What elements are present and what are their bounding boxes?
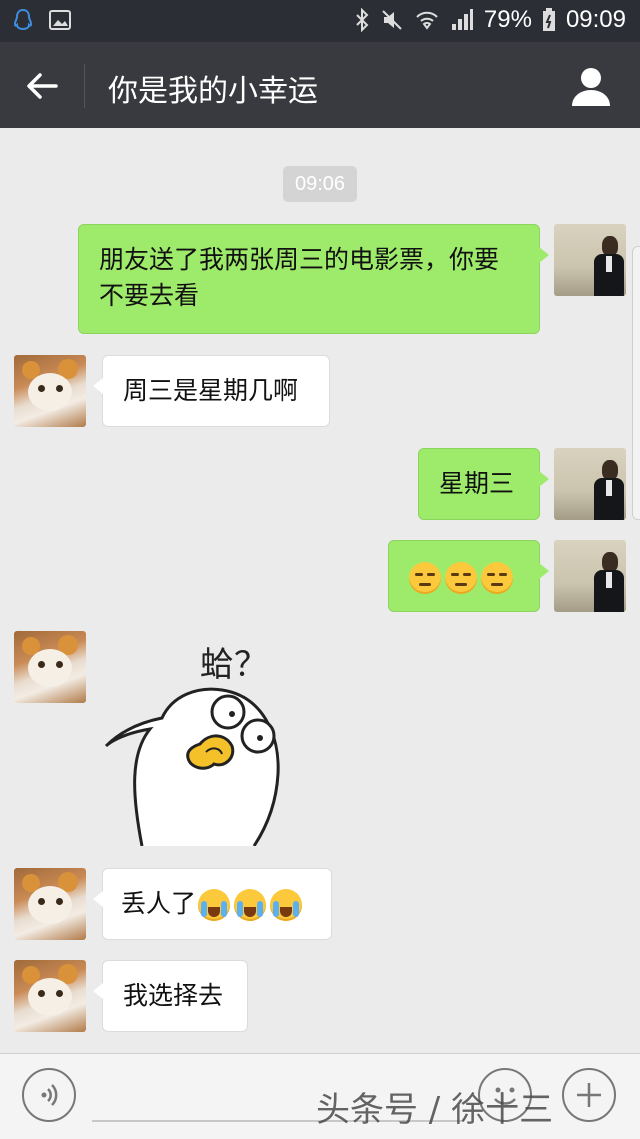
input-bar: 头条号 / 徐十三 <box>0 1053 640 1139</box>
message-bubble-incoming[interactable]: 丢人了 <box>93 868 332 940</box>
unamused-emoji-icon <box>409 562 441 594</box>
message-bubble-outgoing[interactable]: 朋友送了我两张周三的电影票，你要不要去看 <box>78 224 549 334</box>
chat-area[interactable]: 09:06 朋友送了我两张周三的电影票，你要不要去看 周三是星期几啊 星期三 蛤… <box>0 128 640 1053</box>
unamused-emoji-icon <box>445 562 477 594</box>
mute-icon <box>382 10 402 30</box>
duck-sticker[interactable]: 蛤？ <box>102 634 302 846</box>
battery-percent: 79% <box>483 6 532 33</box>
more-button[interactable] <box>562 1068 616 1122</box>
battery-icon <box>542 8 555 31</box>
chat-header: 你是我的小幸运 <box>0 42 640 128</box>
header-divider <box>84 64 85 108</box>
message-timestamp: 09:06 <box>283 166 357 202</box>
message-bubble-incoming[interactable]: 周三是星期几啊 <box>93 355 330 427</box>
contact-avatar[interactable] <box>14 631 86 703</box>
scrollbar[interactable] <box>632 246 640 520</box>
contact-avatar[interactable] <box>14 960 86 1032</box>
watermark: 头条号 / 徐十三 <box>316 1090 554 1130</box>
sticker-text: 蛤？ <box>200 645 268 685</box>
message-text: 周三是星期几啊 <box>123 376 299 405</box>
message-text: 星期三 <box>439 469 515 498</box>
my-avatar[interactable] <box>554 540 626 612</box>
my-avatar[interactable] <box>554 448 626 520</box>
wifi-icon <box>416 11 438 30</box>
voice-button[interactable] <box>22 1068 76 1122</box>
crying-laughing-emoji-icon <box>270 889 303 921</box>
back-arrow-icon[interactable] <box>22 66 62 106</box>
voice-icon <box>41 1084 58 1106</box>
profile-icon[interactable] <box>570 66 612 106</box>
message-text: 丢人了 <box>121 889 197 918</box>
my-avatar[interactable] <box>554 224 626 296</box>
chat-title: 你是我的小幸运 <box>108 74 318 109</box>
plus-icon <box>577 1083 601 1107</box>
signal-icon <box>451 9 473 30</box>
message-text: 朋友送了我两张周三的电影票，你要不要去看 <box>99 245 500 310</box>
image-icon <box>49 10 71 30</box>
message-text: 我选择去 <box>123 981 224 1010</box>
crying-laughing-emoji-icon <box>198 889 231 921</box>
bluetooth-icon <box>356 8 369 32</box>
qq-icon <box>13 8 33 31</box>
contact-avatar[interactable] <box>14 868 86 940</box>
clock: 09:09 <box>565 6 626 33</box>
crying-laughing-emoji-icon <box>234 889 267 921</box>
unamused-emoji-icon <box>481 562 513 594</box>
message-bubble-outgoing[interactable] <box>388 540 549 612</box>
message-bubble-incoming[interactable]: 我选择去 <box>93 960 248 1032</box>
contact-avatar[interactable] <box>14 355 86 427</box>
status-bar: 79% 09:09 <box>0 0 640 42</box>
message-bubble-outgoing[interactable]: 星期三 <box>418 448 549 520</box>
